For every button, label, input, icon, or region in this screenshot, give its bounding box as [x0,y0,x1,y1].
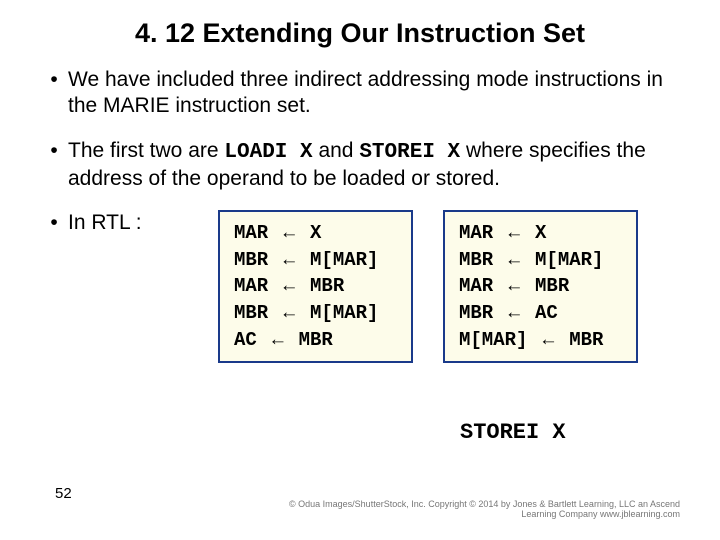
rtl-src: M[MAR] [310,302,378,324]
rtl-src: MBR [535,275,569,297]
rtl-src: AC [535,302,558,324]
bullet-text: We have included three indirect addressi… [68,67,680,120]
page-number: 52 [55,485,72,502]
arrow-left-icon: ← [280,249,299,270]
bullet-dot: • [40,67,68,120]
rtl-line: MBR ← AC [459,300,622,327]
rtl-src: X [310,222,321,244]
bullet-dot: • [40,210,68,236]
rtl-line: MBR ← M[MAR] [234,300,397,327]
rtl-dest: MBR [459,249,493,271]
bullet-list: • We have included three indirect addres… [40,67,680,363]
arrow-left-icon: ← [505,302,524,323]
rtl-dest: MBR [234,249,268,271]
rtl-dest: AC [234,329,257,351]
rtl-line: AC ← MBR [234,327,397,354]
arrow-left-icon: ← [280,222,299,243]
rtl-dest: MAR [459,222,493,244]
rtl-line: MAR ← MBR [234,273,397,300]
rtl-box-left: MAR ← X MBR ← M[MAR] MAR ← MBR MBR ← M[M… [218,210,413,363]
bullet-item: • We have included three indirect addres… [40,67,680,120]
rtl-dest: M[MAR] [459,329,527,351]
rtl-src: MBR [569,329,603,351]
rtl-line: M[MAR] ← MBR [459,327,622,354]
rtl-boxes: MAR ← X MBR ← M[MAR] MAR ← MBR MBR ← M[M… [218,210,638,363]
rtl-box-right: MAR ← X MBR ← M[MAR] MAR ← MBR MBR ← AC … [443,210,638,363]
rtl-dest: MBR [234,302,268,324]
bullet-dot: • [40,138,68,193]
slide-title: 4. 12 Extending Our Instruction Set [40,18,680,49]
text-fragment: The first two are [68,139,224,162]
rtl-dest: MAR [459,275,493,297]
arrow-left-icon: ← [505,275,524,296]
rtl-line: MAR ← X [234,220,397,247]
bullet-text: The first two are LOADI X and STOREI X w… [68,138,680,193]
rtl-dest: MAR [234,275,268,297]
slide: 4. 12 Extending Our Instruction Set • We… [0,0,720,540]
storei-caption: STOREI X [460,420,566,445]
arrow-left-icon: ← [268,329,287,350]
bullet-item: • In RTL : MAR ← X MBR ← M[MAR] MAR ← MB… [40,210,680,363]
copyright-text: © Odua Images/ShutterStock, Inc. Copyrig… [270,500,680,520]
arrow-left-icon: ← [539,329,558,350]
code-fragment: STOREI X [359,141,460,164]
text-fragment: and [313,139,360,162]
arrow-left-icon: ← [280,275,299,296]
rtl-line: MBR ← M[MAR] [459,247,622,274]
rtl-src: MBR [299,329,333,351]
rtl-src: M[MAR] [535,249,603,271]
rtl-dest: MAR [234,222,268,244]
arrow-left-icon: ← [505,249,524,270]
rtl-line: MAR ← X [459,220,622,247]
arrow-left-icon: ← [505,222,524,243]
arrow-left-icon: ← [280,302,299,323]
bullet-item: • The first two are LOADI X and STOREI X… [40,138,680,193]
rtl-line: MAR ← MBR [459,273,622,300]
rtl-line: MBR ← M[MAR] [234,247,397,274]
rtl-src: MBR [310,275,344,297]
rtl-dest: MBR [459,302,493,324]
rtl-src: X [535,222,546,244]
rtl-src: M[MAR] [310,249,378,271]
bullet-text: In RTL : [68,210,218,236]
code-fragment: LOADI X [224,141,312,164]
